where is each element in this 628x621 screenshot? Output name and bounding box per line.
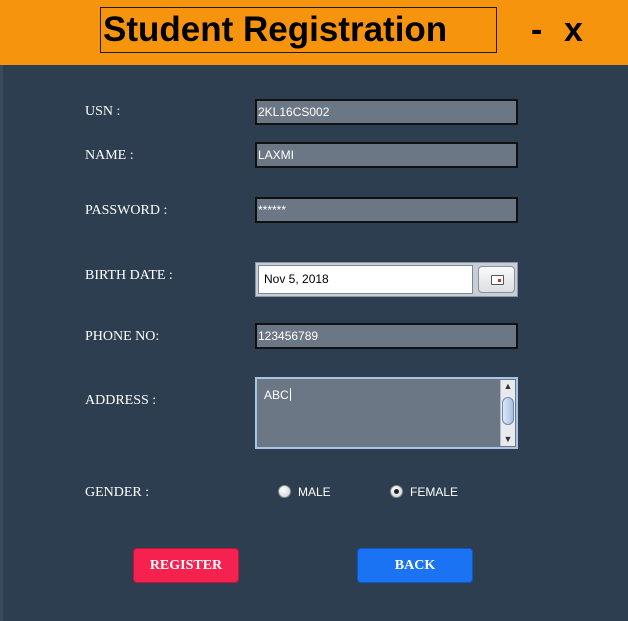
- usn-field[interactable]: 2KL16CS002: [255, 99, 518, 125]
- address-text: ABC: [264, 388, 291, 402]
- text-caret: [289, 388, 291, 401]
- date-picker-button[interactable]: [478, 266, 515, 293]
- usn-label: USN :: [85, 104, 121, 119]
- password-field[interactable]: ******: [255, 197, 518, 223]
- registration-window: Student Registration - x USN : 2KL16CS00…: [0, 0, 628, 621]
- scroll-up-arrow-icon[interactable]: ▲: [501, 380, 515, 393]
- birth-date-picker: Nov 5, 2018: [255, 262, 518, 297]
- birth-date-field[interactable]: Nov 5, 2018: [258, 265, 473, 294]
- scroll-down-arrow-icon[interactable]: ▼: [501, 433, 515, 446]
- female-radio-label[interactable]: FEMALE: [410, 485, 458, 499]
- window-title: Student Registration: [100, 7, 497, 53]
- name-label: NAME :: [85, 148, 134, 163]
- scroll-thumb[interactable]: [502, 397, 514, 425]
- password-label: PASSWORD :: [85, 203, 168, 218]
- male-radio-label[interactable]: MALE: [298, 485, 331, 499]
- address-textarea[interactable]: ABC ▲ ▼: [255, 377, 518, 449]
- name-field[interactable]: LAXMI: [255, 142, 518, 168]
- title-bar: Student Registration - x: [0, 0, 628, 65]
- male-radio[interactable]: [278, 485, 291, 498]
- close-button[interactable]: x: [564, 8, 583, 52]
- female-radio[interactable]: [390, 485, 403, 498]
- minimize-button[interactable]: -: [531, 8, 542, 52]
- register-button[interactable]: REGISTER: [133, 548, 239, 583]
- birth-date-label: BIRTH DATE :: [85, 268, 173, 283]
- address-label: ADDRESS :: [85, 393, 157, 408]
- back-button[interactable]: BACK: [357, 548, 473, 583]
- address-scrollbar[interactable]: ▲ ▼: [500, 380, 515, 446]
- phone-field[interactable]: 123456789: [255, 323, 518, 349]
- window-edge: [0, 65, 3, 621]
- phone-label: PHONE NO:: [85, 329, 160, 344]
- calendar-icon: [491, 275, 504, 285]
- gender-label: GENDER :: [85, 485, 150, 500]
